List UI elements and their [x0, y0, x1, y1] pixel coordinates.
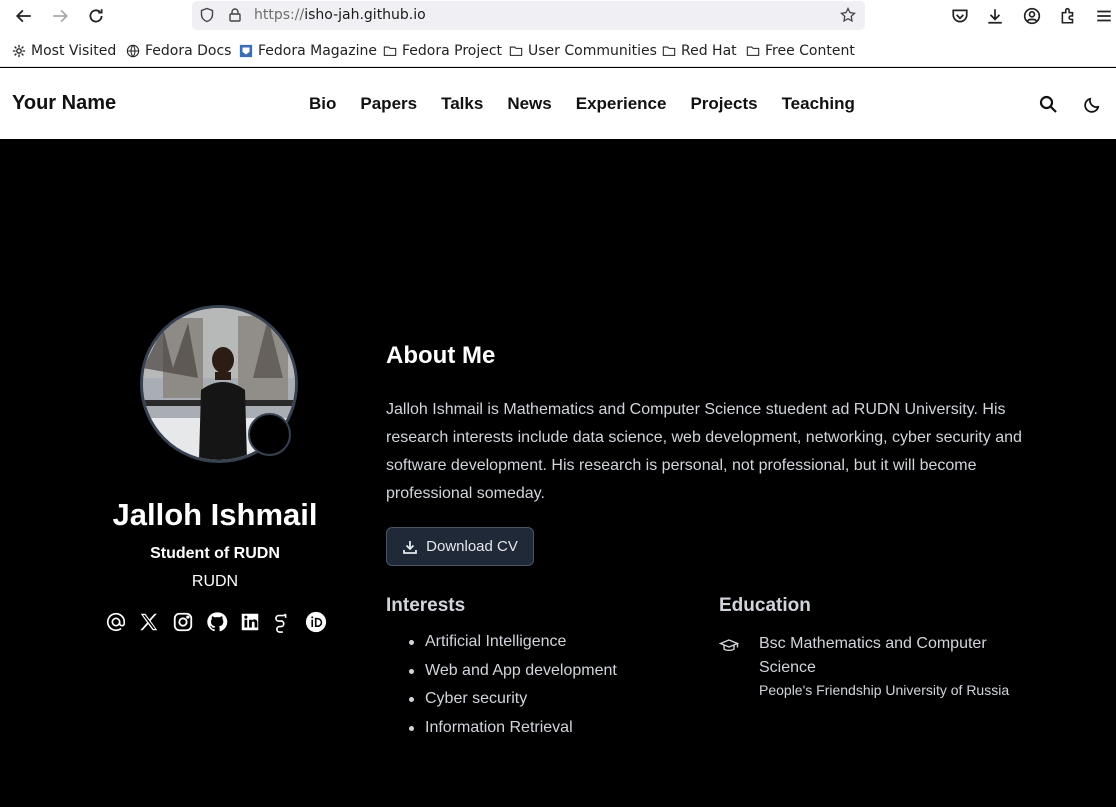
- graduation-cap-icon: [718, 636, 740, 656]
- bookmark-red-hat[interactable]: Red Hat: [662, 41, 737, 61]
- fedora-magazine-icon: [239, 44, 253, 58]
- back-icon[interactable]: [12, 4, 36, 28]
- bookmark-free-content[interactable]: Free Content: [746, 41, 855, 61]
- shield-icon[interactable]: [198, 6, 216, 24]
- lock-icon[interactable]: [226, 6, 244, 24]
- interests-list: Artificial Intelligence Web and App deve…: [406, 632, 617, 746]
- url-bar[interactable]: https://isho-jah.github.io: [192, 1, 865, 30]
- folder-icon: [509, 46, 523, 56]
- nav-talks[interactable]: Talks: [441, 94, 483, 114]
- nav-papers[interactable]: Papers: [360, 94, 417, 114]
- bookmark-fedora-magazine[interactable]: Fedora Magazine: [239, 41, 377, 61]
- bookmark-label: User Communities: [528, 43, 657, 59]
- bookmark-user-communities[interactable]: User Communities: [509, 41, 657, 61]
- x-icon[interactable]: [137, 610, 161, 634]
- profile-role: Student of RUDN: [150, 545, 280, 562]
- pocket-icon[interactable]: [948, 4, 972, 28]
- list-item: Cyber security: [406, 689, 617, 718]
- url-host: isho-jah.github.io: [304, 7, 426, 23]
- interests-title: Interests: [386, 595, 466, 616]
- menu-icon[interactable]: [1092, 4, 1116, 28]
- bookmark-label: Fedora Docs: [145, 43, 232, 59]
- list-item: Web and App development: [406, 661, 617, 690]
- gear-icon: [12, 44, 26, 58]
- nav-teaching[interactable]: Teaching: [782, 94, 855, 114]
- download-cv-button[interactable]: Download CV: [386, 527, 534, 566]
- search-icon[interactable]: [1037, 93, 1059, 115]
- forward-icon[interactable]: [48, 4, 72, 28]
- bookmark-most-visited[interactable]: Most Visited: [12, 41, 116, 61]
- nav-experience[interactable]: Experience: [576, 94, 667, 114]
- about-text: Jalloh Ishmail is Mathematics and Comput…: [386, 401, 1022, 502]
- linkedin-icon[interactable]: [238, 610, 262, 634]
- url-text: https://isho-jah.github.io: [254, 7, 426, 23]
- bookmark-label: Fedora Project: [402, 43, 503, 59]
- education-title: Education: [719, 595, 811, 616]
- profile-name: Jalloh Ishmail: [112, 497, 318, 532]
- bookmark-label: Fedora Magazine: [258, 43, 377, 59]
- site-navbar: Your Name Bio Papers Talks News Experien…: [0, 68, 1116, 139]
- folder-icon: [383, 46, 397, 56]
- status-indicator: [248, 413, 291, 456]
- folder-icon: [662, 46, 676, 56]
- bookmark-fedora-docs[interactable]: Fedora Docs: [126, 41, 231, 61]
- download-icon: [403, 540, 418, 554]
- url-scheme: https://: [254, 7, 305, 23]
- orcid-icon[interactable]: [304, 610, 328, 634]
- bookmark-label: Most Visited: [31, 43, 117, 59]
- reload-icon[interactable]: [84, 4, 108, 28]
- account-icon[interactable]: [1020, 4, 1044, 28]
- bookmarks-bar: Most Visited Fedora Docs Fedora Magazine…: [0, 36, 1116, 64]
- github-icon[interactable]: [205, 610, 229, 634]
- star-icon[interactable]: [839, 6, 857, 24]
- bookmark-label: Red Hat: [681, 43, 737, 59]
- list-item: Information Retrieval: [406, 718, 617, 747]
- download-cv-label: Download CV: [426, 538, 518, 555]
- dark-mode-icon[interactable]: [1081, 93, 1103, 115]
- list-item: Artificial Intelligence: [406, 632, 617, 661]
- main-content: Jalloh Ishmail Student of RUDN RUDN Abou…: [0, 139, 1116, 807]
- nav-news[interactable]: News: [507, 94, 551, 114]
- profile-org[interactable]: RUDN: [0, 573, 430, 591]
- nav-links: Bio Papers Talks News Experience Project…: [309, 94, 879, 114]
- email-icon[interactable]: [104, 610, 128, 634]
- browser-toolbar: https://isho-jah.github.io: [0, 0, 1116, 32]
- instagram-icon[interactable]: [171, 610, 195, 634]
- extensions-icon[interactable]: [1056, 4, 1080, 28]
- site-brand[interactable]: Your Name: [12, 92, 116, 115]
- social-links: [104, 610, 330, 636]
- education-school: People's Friendship University of Russia: [759, 682, 1010, 698]
- globe-icon: [126, 44, 140, 58]
- google-scholar-icon[interactable]: [269, 610, 293, 634]
- nav-bio[interactable]: Bio: [309, 94, 336, 114]
- about-title: About Me: [386, 342, 496, 369]
- education-degree: Bsc Mathematics and Computer Science: [759, 635, 987, 676]
- bookmark-fedora-project[interactable]: Fedora Project: [383, 41, 502, 61]
- nav-projects[interactable]: Projects: [690, 94, 757, 114]
- folder-icon: [746, 46, 760, 56]
- download-icon[interactable]: [983, 4, 1007, 28]
- browser-chrome: https://isho-jah.github.io Most Visited: [0, 0, 1116, 67]
- bookmark-label: Free Content: [765, 43, 855, 59]
